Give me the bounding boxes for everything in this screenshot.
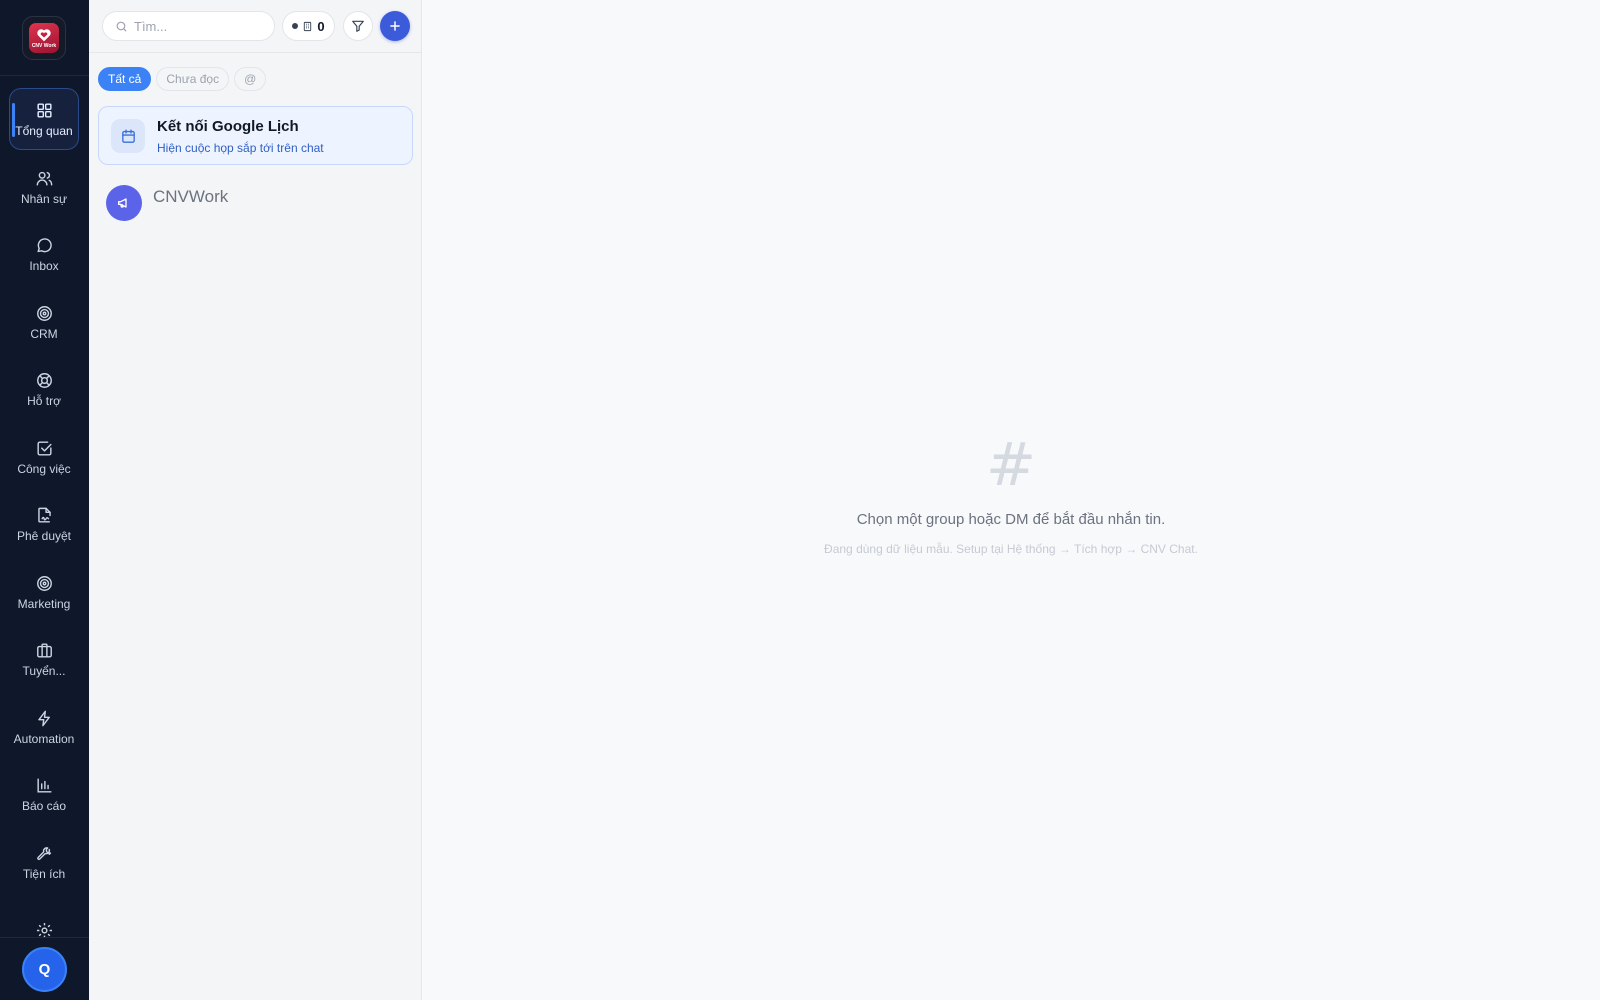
nav-item-cong-viec[interactable]: Công việc	[9, 426, 79, 488]
nav-item-nhan-su[interactable]: Nhân sự	[9, 156, 79, 218]
nav-item-tong-quan[interactable]: Tổng quan	[9, 88, 79, 150]
nav-label: Automation	[13, 731, 75, 746]
nav-label: Tuyển...	[22, 663, 66, 678]
conversation-name: CNVWork	[153, 187, 229, 206]
rail-divider	[0, 937, 89, 938]
app-logo[interactable]: CNV Work	[22, 16, 66, 60]
search-box[interactable]	[102, 11, 275, 41]
nav-label: Marketing	[17, 596, 71, 611]
filter-icon	[352, 20, 364, 32]
nav-item-marketing[interactable]: Marketing	[9, 561, 79, 623]
heart-icon	[37, 28, 51, 41]
google-calendar-subtitle: Hiện cuộc họp sắp tới trên chat	[157, 141, 324, 155]
tab-mentions[interactable]: @	[234, 67, 267, 91]
tab-all[interactable]: Tất cả	[98, 67, 152, 91]
chat-filter-tabs: Tất cả Chưa đọc @	[98, 67, 267, 91]
chat-list-panel: 0 Tất cả Chưa đọc @ Kết nối Google Lịch …	[89, 0, 422, 1000]
nav-label: Nhân sự	[20, 191, 68, 206]
conversation-item[interactable]: CNVWork	[98, 178, 413, 226]
search-input[interactable]	[134, 18, 264, 34]
nav-item-ho-tro[interactable]: Hỗ trợ	[9, 358, 79, 420]
main-nav-rail: CNV Work Tổng quan Nhân sự Inbox CRM Hỗ …	[0, 0, 89, 1000]
building-icon	[304, 21, 312, 31]
target-icon	[36, 305, 52, 321]
target-icon	[36, 575, 52, 591]
google-calendar-title: Kết nối Google Lịch	[157, 118, 299, 135]
nav-item-crm[interactable]: CRM	[9, 291, 79, 353]
nav-label: Tiện ích	[22, 866, 66, 881]
nav-label: Hỗ trợ	[27, 393, 61, 408]
nav-label: CRM	[30, 326, 58, 341]
nav-item-automation[interactable]: Automation	[9, 696, 79, 758]
nav-item-phe-duyet[interactable]: Phê duyệt	[9, 493, 79, 555]
filter-button[interactable]	[343, 11, 373, 41]
new-conversation-button[interactable]	[380, 11, 410, 41]
nav-label: Báo cáo	[21, 798, 67, 813]
hashtag-icon: #	[985, 430, 1037, 500]
nav-label: Inbox	[29, 258, 59, 273]
rail-divider	[0, 75, 89, 76]
lightning-icon	[37, 710, 50, 726]
nav-item-inbox[interactable]: Inbox	[9, 223, 79, 285]
nav-label: Phê duyệt	[16, 528, 72, 543]
wrench-icon	[36, 846, 51, 860]
online-count: 0	[317, 18, 325, 34]
conversation-avatar	[106, 185, 142, 221]
grid-icon	[36, 102, 52, 118]
user-avatar[interactable]: Q	[22, 947, 67, 992]
nav-item-bao-cao[interactable]: Báo cáo	[9, 763, 79, 825]
file-signature-icon	[37, 507, 51, 523]
logo-text: CNV Work	[31, 42, 57, 49]
chat-toolbar: 0	[89, 0, 422, 53]
checkbox-icon	[36, 440, 52, 456]
nav-label: Tổng quan	[15, 123, 73, 138]
plus-icon	[390, 21, 400, 31]
nav-item-tien-ich[interactable]: Tiện ích	[9, 831, 79, 893]
search-icon	[116, 21, 127, 31]
empty-state-title: Chọn một group hoặc DM để bắt đầu nhắn t…	[856, 511, 1166, 528]
nav-item-tuyen-dung[interactable]: Tuyển...	[9, 628, 79, 690]
chat-bubble-icon	[36, 237, 52, 252]
briefcase-icon	[36, 642, 52, 658]
tab-unread[interactable]: Chưa đọc	[156, 67, 230, 91]
users-icon	[36, 171, 52, 186]
calendar-icon-box	[111, 119, 145, 153]
logo-badge: CNV Work	[29, 23, 59, 53]
lifebuoy-icon	[36, 372, 52, 388]
nav-label: Công việc	[17, 461, 71, 476]
chat-empty-state: # Chọn một group hoặc DM để bắt đầu nhắn…	[422, 0, 1600, 1000]
google-calendar-connect-card[interactable]: Kết nối Google Lịch Hiện cuộc họp sắp tớ…	[98, 106, 413, 165]
calendar-icon	[121, 128, 135, 143]
empty-state-hint: Đang dùng dữ liệu mẫu. Setup tại Hệ thốn…	[824, 542, 1198, 556]
bar-chart-icon	[36, 777, 52, 793]
online-counter[interactable]: 0	[282, 11, 335, 41]
megaphone-icon	[118, 198, 127, 208]
status-dot	[292, 23, 299, 29]
